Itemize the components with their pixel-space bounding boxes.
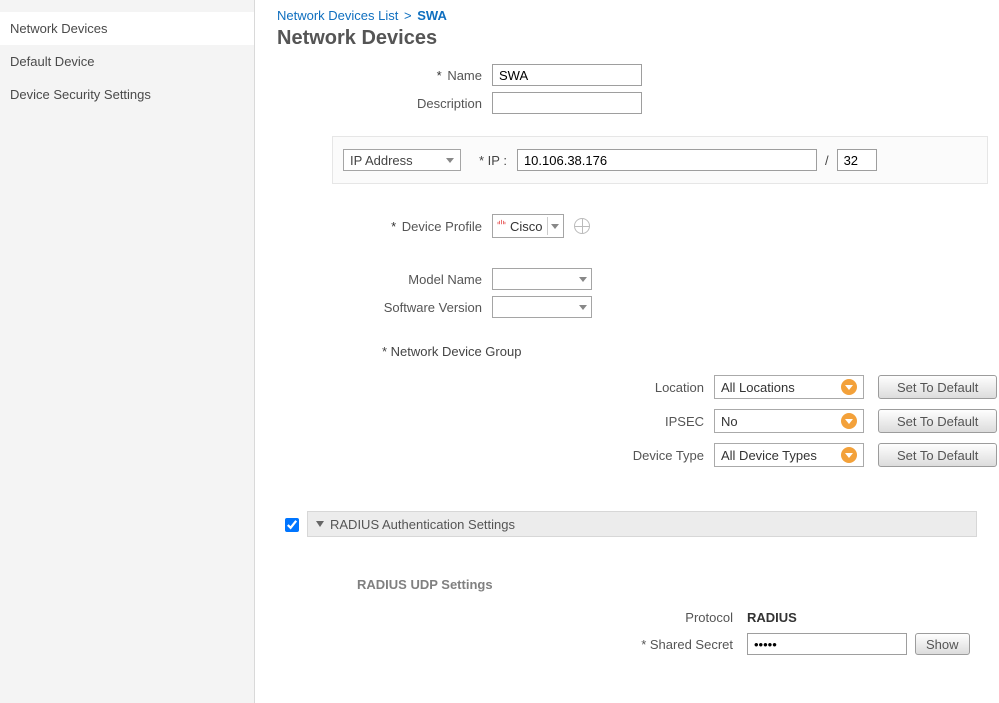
chevron-down-icon xyxy=(841,413,857,429)
network-device-group-header: * Network Device Group xyxy=(382,344,999,359)
radius-accordion-header[interactable]: RADIUS Authentication Settings xyxy=(307,511,977,537)
shared-secret-input[interactable] xyxy=(747,633,907,655)
breadcrumb-parent[interactable]: Network Devices List xyxy=(277,8,398,23)
model-name-label: Model Name xyxy=(277,272,492,287)
chevron-down-icon xyxy=(579,277,587,282)
ip-address-bar: IP Address * IP : / xyxy=(332,136,988,184)
sidebar: Network Devices Default Device Device Se… xyxy=(0,0,255,703)
radius-accordion-title: RADIUS Authentication Settings xyxy=(330,517,515,532)
breadcrumb-sep: > xyxy=(402,8,414,23)
ipsec-select[interactable]: No xyxy=(714,409,864,433)
radius-udp-settings-header: RADIUS UDP Settings xyxy=(357,577,977,592)
sidebar-item-device-security-settings[interactable]: Device Security Settings xyxy=(0,78,254,111)
ip-type-value: IP Address xyxy=(350,153,413,168)
chevron-down-icon xyxy=(841,447,857,463)
description-input[interactable] xyxy=(492,92,642,114)
ip-address-input[interactable] xyxy=(517,149,817,171)
triangle-down-icon xyxy=(316,521,324,527)
ip-mask-input[interactable] xyxy=(837,149,877,171)
name-label: * Name xyxy=(277,68,492,83)
shared-secret-label: * Shared Secret xyxy=(641,637,747,652)
location-set-default-button[interactable]: Set To Default xyxy=(878,375,997,399)
breadcrumb-current[interactable]: SWA xyxy=(417,8,447,23)
globe-icon[interactable] xyxy=(574,218,590,234)
ipsec-value: No xyxy=(721,414,738,429)
model-name-select[interactable] xyxy=(492,268,592,290)
software-version-select[interactable] xyxy=(492,296,592,318)
location-select[interactable]: All Locations xyxy=(714,375,864,399)
chevron-down-icon xyxy=(579,305,587,310)
radius-enable-checkbox[interactable] xyxy=(285,518,299,532)
page-title: Network Devices xyxy=(277,27,999,50)
protocol-value: RADIUS xyxy=(747,610,797,625)
software-version-label: Software Version xyxy=(277,300,492,315)
sidebar-item-label: Network Devices xyxy=(10,21,108,36)
device-type-select[interactable]: All Device Types xyxy=(714,443,864,467)
ip-mask-separator: / xyxy=(825,153,829,168)
description-label: Description xyxy=(277,96,492,111)
device-type-set-default-button[interactable]: Set To Default xyxy=(878,443,997,467)
protocol-label: Protocol xyxy=(685,610,747,625)
device-type-value: All Device Types xyxy=(721,448,817,463)
breadcrumb: Network Devices List > SWA xyxy=(277,8,999,27)
cisco-logo-icon xyxy=(497,219,506,233)
sidebar-item-label: Default Device xyxy=(10,54,95,69)
ip-type-select[interactable]: IP Address xyxy=(343,149,461,171)
device-profile-value: Cisco xyxy=(510,219,543,234)
device-profile-select[interactable]: Cisco xyxy=(492,214,564,238)
sidebar-item-network-devices[interactable]: Network Devices xyxy=(0,12,254,45)
device-type-label: Device Type xyxy=(557,448,714,463)
main-content: Network Devices List > SWA Network Devic… xyxy=(255,0,999,703)
sidebar-item-default-device[interactable]: Default Device xyxy=(0,45,254,78)
chevron-down-icon xyxy=(446,158,454,163)
device-profile-label: * Device Profile xyxy=(277,219,492,234)
chevron-down-icon xyxy=(551,224,559,229)
show-secret-button[interactable]: Show xyxy=(915,633,970,655)
sidebar-item-label: Device Security Settings xyxy=(10,87,151,102)
location-value: All Locations xyxy=(721,380,795,395)
name-input[interactable] xyxy=(492,64,642,86)
location-label: Location xyxy=(557,380,714,395)
chevron-down-icon xyxy=(841,379,857,395)
ipsec-set-default-button[interactable]: Set To Default xyxy=(878,409,997,433)
ipsec-label: IPSEC xyxy=(557,414,714,429)
ip-field-label: * IP : xyxy=(479,153,507,168)
